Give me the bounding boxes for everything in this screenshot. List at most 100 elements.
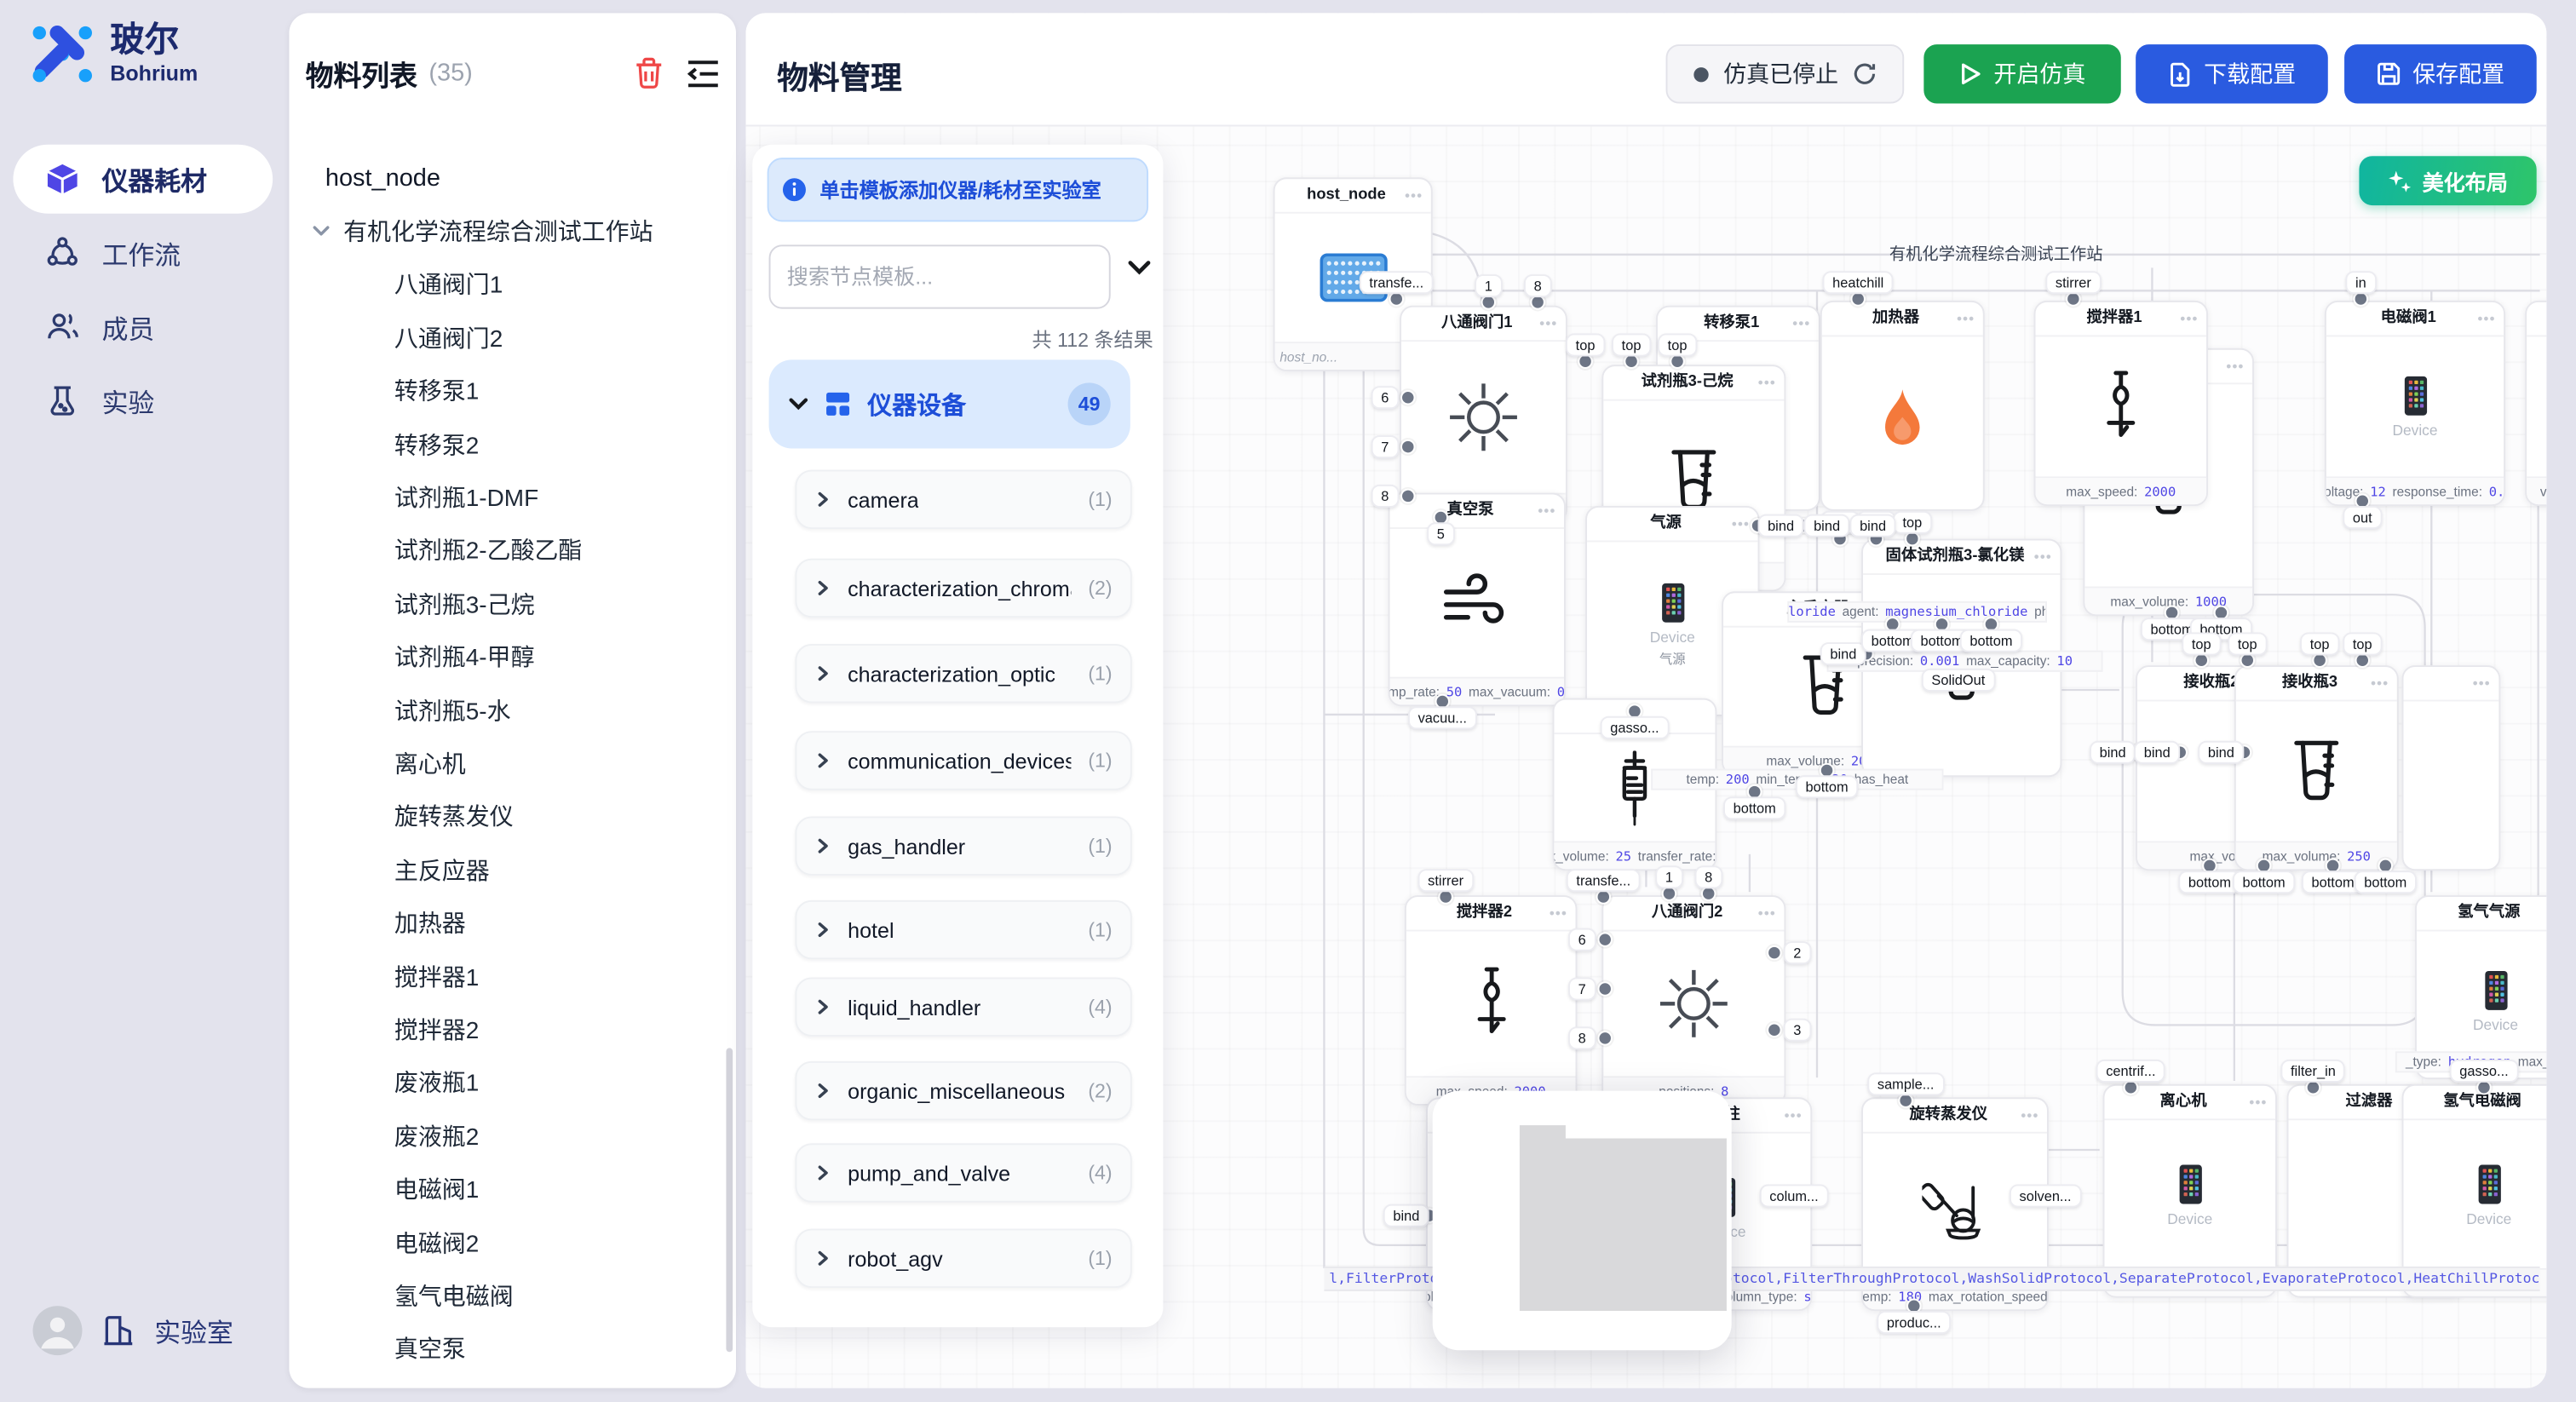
port-gasso[interactable]: gasso... — [2450, 1060, 2519, 1083]
port-8[interactable]: 8 — [1524, 274, 1551, 297]
node-加热器[interactable]: 加热器••• — [1820, 301, 1985, 511]
tree-item[interactable]: 废液瓶2 — [289, 1109, 726, 1162]
port-solven[interactable]: solven... — [2010, 1184, 2081, 1207]
node-menu-icon[interactable]: ••• — [1758, 366, 1776, 399]
port-2[interactable]: 2 — [1784, 941, 1811, 964]
node-menu-icon[interactable]: ••• — [2021, 1099, 2038, 1132]
port-dot[interactable] — [1400, 489, 1415, 503]
node-八通阀门2[interactable]: 八通阀门2•••positions:8 — [1601, 895, 1785, 1106]
tree-item[interactable]: 加热器 — [289, 896, 726, 949]
tree-item[interactable]: 试剂瓶3-己烷 — [289, 577, 726, 629]
tree-item[interactable]: 八通阀门1 — [289, 257, 726, 310]
port-dot[interactable] — [1598, 981, 1613, 996]
node-menu-icon[interactable]: ••• — [1758, 897, 1776, 930]
tree-item[interactable]: 搅拌器1 — [289, 949, 726, 1002]
node-接收瓶3[interactable]: 接收瓶3•••max_volume:250 — [2234, 665, 2399, 871]
port-transfe[interactable]: transfe... — [1360, 271, 1434, 294]
port-stirrer[interactable]: stirrer — [2045, 271, 2101, 294]
port-bottom[interactable]: bottom — [2355, 871, 2417, 893]
port-vacuu[interactable]: vacuu... — [1408, 706, 1477, 729]
tree-group-workstation[interactable]: 有机化学流程综合测试工作站 — [289, 204, 726, 257]
node-menu-icon[interactable]: ••• — [1792, 307, 1810, 341]
port-bind[interactable]: bind — [1820, 642, 1866, 665]
tree-item[interactable]: 氢气电磁阀 — [289, 1268, 726, 1321]
port-6[interactable]: 6 — [1371, 386, 1399, 409]
start-simulation-button[interactable]: 开启仿真 — [1923, 44, 2120, 103]
port-top[interactable]: top — [1566, 333, 1605, 356]
port-dot[interactable] — [1767, 1023, 1781, 1037]
tree-item[interactable]: 电磁阀1 — [289, 1162, 726, 1215]
node-menu-icon[interactable]: ••• — [2226, 350, 2244, 383]
port-stirrer[interactable]: stirrer — [1418, 869, 1474, 892]
tree-item[interactable]: 八通阀门2 — [289, 311, 726, 364]
sidebar-item-instruments[interactable]: 仪器耗材 — [13, 145, 273, 214]
port-sample[interactable]: sample... — [1867, 1072, 1944, 1095]
sidebar-item-experiments[interactable]: 实验 — [13, 366, 273, 435]
node-menu-icon[interactable]: ••• — [1785, 1099, 1803, 1132]
port-colum[interactable]: colum... — [1760, 1184, 1829, 1207]
port-top[interactable]: top — [1658, 333, 1697, 356]
node-menu-icon[interactable]: ••• — [2371, 667, 2389, 700]
port-produc[interactable]: produc... — [1877, 1311, 1951, 1334]
node-电磁阀1[interactable]: 电磁阀1•••Devicevoltage:12response_time:0.1 — [2325, 301, 2505, 506]
port-3[interactable]: 3 — [1784, 1019, 1811, 1042]
port-bottom[interactable]: bottom — [1723, 796, 1785, 819]
device-group-accordion[interactable]: 仪器设备 49 — [769, 359, 1130, 448]
collapse-list-icon[interactable] — [687, 58, 720, 88]
port-bottom[interactable]: bottom — [2178, 871, 2240, 893]
category-communication_devices[interactable]: communication_devices(1) — [795, 731, 1131, 790]
port-top[interactable]: top — [1612, 333, 1651, 356]
port-top[interactable]: top — [1893, 511, 1932, 534]
node-card[interactable]: ••• — [2402, 665, 2501, 871]
port-dot[interactable] — [1598, 932, 1613, 946]
tree-item[interactable]: 试剂瓶4-甲醇 — [289, 630, 726, 683]
port-1[interactable]: 1 — [1655, 865, 1682, 888]
node-menu-icon[interactable]: ••• — [1550, 897, 1567, 930]
category-robot_agv[interactable]: robot_agv(1) — [795, 1229, 1131, 1288]
port-top[interactable]: top — [2343, 632, 2382, 655]
node-搅拌器1[interactable]: 搅拌器1•••max_speed:2000 — [2034, 301, 2208, 506]
tree-item[interactable]: 试剂瓶5-水 — [289, 683, 726, 736]
download-config-button[interactable]: 下载配置 — [2136, 44, 2328, 103]
port-dot[interactable] — [1598, 1031, 1613, 1045]
port-bind[interactable]: bind — [1849, 514, 1895, 537]
port-bind[interactable]: bind — [2134, 741, 2180, 764]
port-7[interactable]: 7 — [1568, 977, 1596, 1000]
port-centrif[interactable]: centrif... — [2096, 1060, 2165, 1083]
tree-item[interactable]: 真空泵 — [289, 1322, 726, 1375]
port-heatchill[interactable]: heatchill — [1823, 271, 1894, 294]
node-真空泵[interactable]: 真空泵•••pump_rate:50max_vacuum:0.1 — [1389, 493, 1566, 707]
port-7[interactable]: 7 — [1371, 435, 1399, 458]
category-gas_handler[interactable]: gas_handler(1) — [795, 816, 1131, 875]
port-1[interactable]: 1 — [1475, 274, 1502, 297]
port-dot[interactable] — [1400, 390, 1415, 405]
node-menu-icon[interactable]: ••• — [1539, 307, 1557, 341]
node-menu-icon[interactable]: ••• — [1957, 302, 1975, 336]
search-input[interactable] — [769, 244, 1111, 308]
port-bind[interactable]: bind — [2198, 741, 2244, 764]
node-八通阀门1[interactable]: 八通阀门1•••positions:8 — [1400, 306, 1567, 523]
tree-item[interactable]: 电磁阀2 — [289, 1215, 726, 1268]
port-bottom[interactable]: bottom — [2233, 871, 2295, 893]
port-8[interactable]: 8 — [1695, 865, 1722, 888]
port-top[interactable]: top — [2300, 632, 2339, 655]
category-pump_and_valve[interactable]: pump_and_valve(4) — [795, 1143, 1131, 1202]
beautify-layout-button[interactable]: 美化布局 — [2359, 156, 2536, 205]
tree-item-host-node[interactable]: host_node — [289, 151, 726, 204]
save-config-button[interactable]: 保存配置 — [2344, 44, 2537, 103]
port-bottom[interactable]: bottom — [1796, 775, 1858, 798]
port-transfe[interactable]: transfe... — [1567, 869, 1641, 892]
tree-item[interactable]: 废液瓶1 — [289, 1055, 726, 1108]
tree-item[interactable]: 试剂瓶2-乙酸乙酯 — [289, 524, 726, 577]
port-bind[interactable]: bind — [1383, 1204, 1429, 1227]
node-搅拌器2[interactable]: 搅拌器2•••max_speed:2000 — [1405, 895, 1577, 1106]
port-bind[interactable]: bind — [1757, 514, 1803, 537]
node-menu-icon[interactable]: ••• — [1538, 494, 1555, 527]
port-6[interactable]: 6 — [1568, 928, 1596, 951]
node-menu-icon[interactable]: ••• — [2473, 667, 2491, 700]
materials-scrollbar[interactable] — [726, 1048, 733, 1352]
node-menu-icon[interactable]: ••• — [2180, 302, 2198, 336]
sidebar-item-workflow[interactable]: 工作流 — [13, 218, 273, 287]
port-gasso[interactable]: gasso... — [1601, 716, 1670, 739]
trash-icon[interactable] — [634, 57, 664, 89]
